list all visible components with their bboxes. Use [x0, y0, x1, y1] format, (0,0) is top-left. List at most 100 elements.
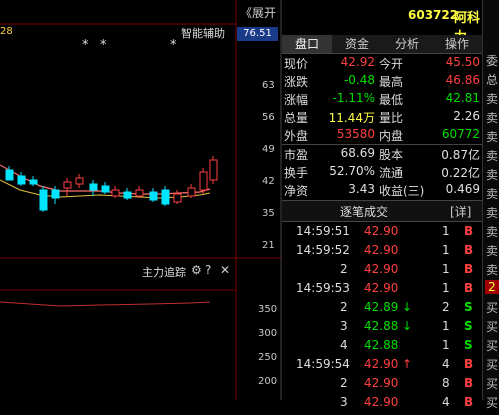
candle-body: [51, 189, 60, 199]
candle-body: [199, 171, 208, 191]
indicator-y-label: 350: [258, 304, 278, 315]
tick-side: B: [464, 281, 474, 295]
candle-body: [149, 191, 158, 201]
quote-label: 今开: [379, 57, 404, 71]
tick-qty: 3: [340, 395, 348, 409]
tick-row: 14:59:52 42.90 1 B: [282, 243, 482, 263]
quote-value: 52.70%: [329, 164, 375, 178]
tick-price: 42.89: [364, 300, 399, 314]
quote-label: 涨幅: [284, 93, 309, 107]
quote-label: 总量: [284, 111, 309, 125]
candle-body: [29, 179, 38, 185]
quote-value: 3.43: [348, 182, 375, 196]
quote-value: 46.86: [445, 73, 480, 87]
order-book-strip: 委总卖卖卖卖卖卖卖卖卖卖2买买买买买买: [482, 0, 499, 410]
quote-label: 股本: [379, 148, 404, 162]
tick-time: 14:59:51: [296, 224, 350, 238]
indicator-y-label: 300: [258, 328, 278, 339]
order-book-char: 卖: [485, 244, 498, 258]
tick-price: 42.90: [364, 262, 399, 276]
quote-value: 2.26: [453, 109, 480, 123]
tick-side: B: [464, 243, 474, 257]
quote-value: 60772: [441, 127, 480, 141]
tick-price: 42.90: [364, 224, 399, 238]
indicator-label: 主力追踪: [142, 266, 186, 279]
order-book-char: 买: [485, 339, 498, 353]
quote-value: 42.92: [340, 55, 375, 69]
ticks-list: 14:59:51 42.90 1 B 14:59:52 42.90 1 B 2 42.90 1 B 14…: [282, 224, 482, 409]
candlestick-chart-area[interactable]: 28 * * * 智能辅助 76.51 63 56 49 42 35 28 21…: [0, 0, 282, 400]
quote-value: -1.11%: [332, 91, 375, 105]
tab-bar: 盘口 资金 分析 操作: [282, 35, 482, 54]
current-price-box: 76.51: [237, 27, 278, 41]
smart-assist-label[interactable]: 智能辅助: [181, 25, 225, 41]
candle-body: [101, 185, 110, 193]
order-book-char: 总: [485, 73, 498, 87]
order-book-char: 买: [485, 396, 498, 410]
tick-arrow-icon: ↓: [402, 319, 413, 333]
tick-time: 14:59:53: [296, 281, 350, 295]
tab-analysis[interactable]: 分析: [382, 35, 432, 53]
order-book-char: 买: [485, 320, 498, 334]
quote-value: 11.44万: [328, 111, 375, 125]
candle-body: [135, 189, 144, 197]
order-book-char: 卖: [485, 187, 498, 201]
quote-value: 0.469: [445, 182, 480, 196]
order-book-char: 2: [485, 280, 499, 294]
tick-row: 3 42.90 4 B: [282, 395, 482, 415]
tab-pankou[interactable]: 盘口: [282, 35, 332, 53]
candle-body: [5, 169, 14, 181]
expand-button[interactable]: 《展开: [240, 4, 276, 21]
tick-row: 14:59:54 42.90 ↑ 4 B: [282, 357, 482, 377]
order-book-char: 卖: [485, 263, 498, 277]
candle-body: [63, 181, 72, 189]
tick-volume: 1: [442, 243, 450, 257]
order-book-char: 买: [485, 358, 498, 372]
close-icon[interactable]: ✕: [220, 263, 230, 277]
tick-side: B: [464, 376, 474, 390]
quote-value: 45.50: [445, 55, 480, 69]
candle-body: [39, 189, 48, 211]
quote-row: 净资 3.43 收益(三) 0.469: [282, 182, 482, 200]
order-book-char: 卖: [485, 130, 498, 144]
quote-block-2: 市盈 68.69 股本 0.87亿 换手 52.70% 流通 0.22亿 净资 …: [282, 146, 482, 200]
tick-volume: 2: [442, 300, 450, 314]
tick-volume: 1: [442, 262, 450, 276]
quote-label: 现价: [284, 57, 309, 71]
quote-label: 收益(三): [379, 184, 425, 198]
quote-label: 净资: [284, 184, 309, 198]
star-marker: *: [82, 38, 89, 53]
quote-value: -0.48: [343, 73, 375, 87]
gear-icon[interactable]: ⚙: [191, 263, 202, 277]
quote-label: 换手: [284, 166, 309, 180]
order-book-char: 买: [485, 377, 498, 391]
y-axis-label: 56: [262, 112, 275, 123]
quote-panel: 《展开 603722 阿科力 盘口 资金 分析 操作 现价 42.92 今开 4…: [240, 0, 482, 409]
candle-body: [75, 177, 84, 185]
tick-volume: 1: [442, 338, 450, 352]
tick-time: 14:59:54: [296, 357, 350, 371]
quote-row: 总量 11.44万 量比 2.26: [282, 109, 482, 127]
tick-row: 4 42.88 1 S: [282, 338, 482, 358]
order-book-char: 买: [485, 301, 498, 315]
tick-row: 2 42.89 ↓ 2 S: [282, 300, 482, 320]
quote-row: 涨跌 -0.48 最高 46.86: [282, 73, 482, 91]
tick-volume: 4: [442, 357, 450, 371]
tab-funds[interactable]: 资金: [332, 35, 382, 53]
tick-row: 2 42.90 8 B: [282, 376, 482, 396]
stock-code: 603722: [408, 8, 459, 22]
order-book-char: 卖: [485, 225, 498, 239]
tab-operate[interactable]: 操作: [432, 35, 482, 53]
top-left-value: 28: [0, 26, 13, 37]
question-icon[interactable]: ?: [205, 263, 211, 277]
quote-row: 外盘 53580 内盘 60772: [282, 127, 482, 145]
tick-price: 42.90: [364, 357, 399, 371]
tick-arrow-icon: ↑: [402, 357, 413, 371]
tick-side: B: [464, 395, 474, 409]
tick-price: 42.88: [364, 338, 399, 352]
tick-time: 14:59:52: [296, 243, 350, 257]
ticks-title: 逐笔成交: [340, 205, 389, 219]
ticks-detail-link[interactable]: [详]: [450, 203, 471, 220]
divider: [282, 144, 482, 145]
tick-volume: 1: [442, 319, 450, 333]
